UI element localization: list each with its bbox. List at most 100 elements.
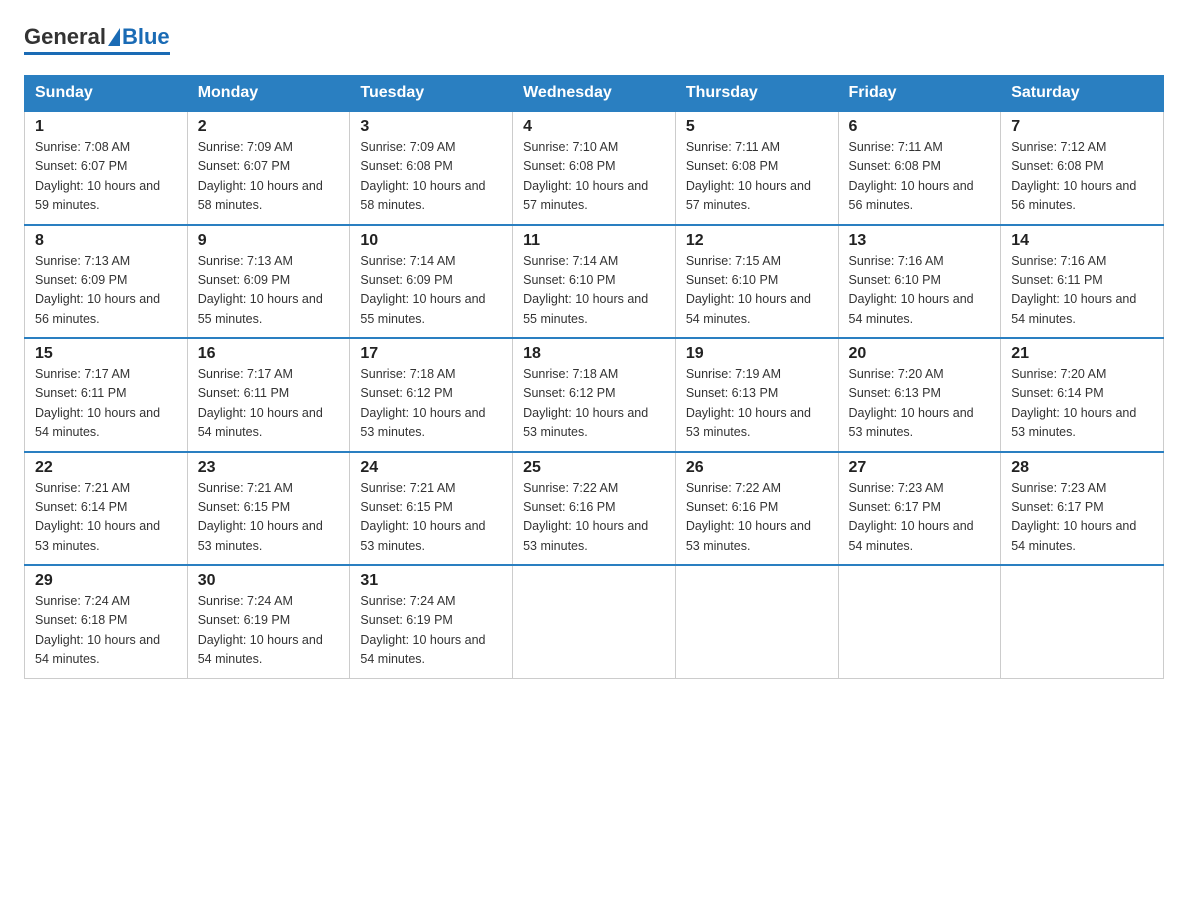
week-row-2: 8 Sunrise: 7:13 AMSunset: 6:09 PMDayligh… bbox=[25, 225, 1164, 339]
calendar-cell: 22 Sunrise: 7:21 AMSunset: 6:14 PMDaylig… bbox=[25, 452, 188, 566]
logo-triangle-icon bbox=[108, 28, 120, 46]
day-number: 15 bbox=[35, 345, 177, 363]
calendar-cell: 11 Sunrise: 7:14 AMSunset: 6:10 PMDaylig… bbox=[513, 225, 676, 339]
calendar-cell: 23 Sunrise: 7:21 AMSunset: 6:15 PMDaylig… bbox=[187, 452, 350, 566]
calendar-header-row: SundayMondayTuesdayWednesdayThursdayFrid… bbox=[25, 76, 1164, 112]
day-info: Sunrise: 7:13 AMSunset: 6:09 PMDaylight:… bbox=[35, 252, 177, 330]
day-number: 25 bbox=[523, 459, 665, 477]
day-header-wednesday: Wednesday bbox=[513, 76, 676, 112]
calendar-cell bbox=[1001, 565, 1164, 678]
day-info: Sunrise: 7:16 AMSunset: 6:10 PMDaylight:… bbox=[849, 252, 991, 330]
day-number: 1 bbox=[35, 118, 177, 136]
day-info: Sunrise: 7:21 AMSunset: 6:15 PMDaylight:… bbox=[360, 479, 502, 557]
day-info: Sunrise: 7:24 AMSunset: 6:19 PMDaylight:… bbox=[198, 592, 340, 670]
calendar-cell: 5 Sunrise: 7:11 AMSunset: 6:08 PMDayligh… bbox=[675, 111, 838, 225]
day-number: 27 bbox=[849, 459, 991, 477]
week-row-1: 1 Sunrise: 7:08 AMSunset: 6:07 PMDayligh… bbox=[25, 111, 1164, 225]
calendar-cell: 6 Sunrise: 7:11 AMSunset: 6:08 PMDayligh… bbox=[838, 111, 1001, 225]
calendar-cell: 26 Sunrise: 7:22 AMSunset: 6:16 PMDaylig… bbox=[675, 452, 838, 566]
day-info: Sunrise: 7:21 AMSunset: 6:14 PMDaylight:… bbox=[35, 479, 177, 557]
calendar-cell: 1 Sunrise: 7:08 AMSunset: 6:07 PMDayligh… bbox=[25, 111, 188, 225]
day-header-friday: Friday bbox=[838, 76, 1001, 112]
calendar-cell bbox=[838, 565, 1001, 678]
calendar-cell: 18 Sunrise: 7:18 AMSunset: 6:12 PMDaylig… bbox=[513, 338, 676, 452]
day-info: Sunrise: 7:11 AMSunset: 6:08 PMDaylight:… bbox=[686, 138, 828, 216]
day-info: Sunrise: 7:20 AMSunset: 6:13 PMDaylight:… bbox=[849, 365, 991, 443]
day-number: 5 bbox=[686, 118, 828, 136]
day-info: Sunrise: 7:17 AMSunset: 6:11 PMDaylight:… bbox=[198, 365, 340, 443]
day-header-thursday: Thursday bbox=[675, 76, 838, 112]
calendar-cell: 24 Sunrise: 7:21 AMSunset: 6:15 PMDaylig… bbox=[350, 452, 513, 566]
day-info: Sunrise: 7:11 AMSunset: 6:08 PMDaylight:… bbox=[849, 138, 991, 216]
day-number: 23 bbox=[198, 459, 340, 477]
logo-general-text: General bbox=[24, 24, 106, 50]
calendar-cell: 10 Sunrise: 7:14 AMSunset: 6:09 PMDaylig… bbox=[350, 225, 513, 339]
calendar-cell: 20 Sunrise: 7:20 AMSunset: 6:13 PMDaylig… bbox=[838, 338, 1001, 452]
calendar-cell: 8 Sunrise: 7:13 AMSunset: 6:09 PMDayligh… bbox=[25, 225, 188, 339]
day-info: Sunrise: 7:14 AMSunset: 6:10 PMDaylight:… bbox=[523, 252, 665, 330]
calendar-cell: 7 Sunrise: 7:12 AMSunset: 6:08 PMDayligh… bbox=[1001, 111, 1164, 225]
day-number: 13 bbox=[849, 232, 991, 250]
day-info: Sunrise: 7:24 AMSunset: 6:19 PMDaylight:… bbox=[360, 592, 502, 670]
day-info: Sunrise: 7:08 AMSunset: 6:07 PMDaylight:… bbox=[35, 138, 177, 216]
day-number: 29 bbox=[35, 572, 177, 590]
day-info: Sunrise: 7:09 AMSunset: 6:08 PMDaylight:… bbox=[360, 138, 502, 216]
calendar-cell: 4 Sunrise: 7:10 AMSunset: 6:08 PMDayligh… bbox=[513, 111, 676, 225]
day-number: 16 bbox=[198, 345, 340, 363]
day-number: 2 bbox=[198, 118, 340, 136]
day-number: 14 bbox=[1011, 232, 1153, 250]
day-info: Sunrise: 7:19 AMSunset: 6:13 PMDaylight:… bbox=[686, 365, 828, 443]
day-number: 30 bbox=[198, 572, 340, 590]
calendar-cell: 13 Sunrise: 7:16 AMSunset: 6:10 PMDaylig… bbox=[838, 225, 1001, 339]
day-header-monday: Monday bbox=[187, 76, 350, 112]
calendar-cell: 9 Sunrise: 7:13 AMSunset: 6:09 PMDayligh… bbox=[187, 225, 350, 339]
day-number: 17 bbox=[360, 345, 502, 363]
calendar-cell: 29 Sunrise: 7:24 AMSunset: 6:18 PMDaylig… bbox=[25, 565, 188, 678]
day-info: Sunrise: 7:18 AMSunset: 6:12 PMDaylight:… bbox=[523, 365, 665, 443]
day-number: 22 bbox=[35, 459, 177, 477]
day-number: 11 bbox=[523, 232, 665, 250]
day-number: 20 bbox=[849, 345, 991, 363]
calendar-cell: 28 Sunrise: 7:23 AMSunset: 6:17 PMDaylig… bbox=[1001, 452, 1164, 566]
day-number: 19 bbox=[686, 345, 828, 363]
day-number: 21 bbox=[1011, 345, 1153, 363]
day-info: Sunrise: 7:16 AMSunset: 6:11 PMDaylight:… bbox=[1011, 252, 1153, 330]
day-info: Sunrise: 7:15 AMSunset: 6:10 PMDaylight:… bbox=[686, 252, 828, 330]
calendar-cell: 12 Sunrise: 7:15 AMSunset: 6:10 PMDaylig… bbox=[675, 225, 838, 339]
page-header: General Blue bbox=[24, 24, 1164, 55]
week-row-3: 15 Sunrise: 7:17 AMSunset: 6:11 PMDaylig… bbox=[25, 338, 1164, 452]
day-info: Sunrise: 7:17 AMSunset: 6:11 PMDaylight:… bbox=[35, 365, 177, 443]
day-number: 9 bbox=[198, 232, 340, 250]
day-number: 10 bbox=[360, 232, 502, 250]
day-number: 3 bbox=[360, 118, 502, 136]
day-number: 26 bbox=[686, 459, 828, 477]
day-number: 7 bbox=[1011, 118, 1153, 136]
calendar-cell: 14 Sunrise: 7:16 AMSunset: 6:11 PMDaylig… bbox=[1001, 225, 1164, 339]
calendar-cell: 3 Sunrise: 7:09 AMSunset: 6:08 PMDayligh… bbox=[350, 111, 513, 225]
day-info: Sunrise: 7:22 AMSunset: 6:16 PMDaylight:… bbox=[523, 479, 665, 557]
logo: General Blue bbox=[24, 24, 170, 55]
calendar-cell bbox=[513, 565, 676, 678]
calendar-cell: 27 Sunrise: 7:23 AMSunset: 6:17 PMDaylig… bbox=[838, 452, 1001, 566]
day-info: Sunrise: 7:18 AMSunset: 6:12 PMDaylight:… bbox=[360, 365, 502, 443]
day-number: 8 bbox=[35, 232, 177, 250]
day-number: 28 bbox=[1011, 459, 1153, 477]
day-info: Sunrise: 7:21 AMSunset: 6:15 PMDaylight:… bbox=[198, 479, 340, 557]
logo-blue-text: Blue bbox=[122, 24, 170, 50]
day-info: Sunrise: 7:10 AMSunset: 6:08 PMDaylight:… bbox=[523, 138, 665, 216]
calendar-table: SundayMondayTuesdayWednesdayThursdayFrid… bbox=[24, 75, 1164, 679]
day-number: 31 bbox=[360, 572, 502, 590]
day-header-sunday: Sunday bbox=[25, 76, 188, 112]
week-row-5: 29 Sunrise: 7:24 AMSunset: 6:18 PMDaylig… bbox=[25, 565, 1164, 678]
day-info: Sunrise: 7:23 AMSunset: 6:17 PMDaylight:… bbox=[849, 479, 991, 557]
day-number: 12 bbox=[686, 232, 828, 250]
calendar-cell: 25 Sunrise: 7:22 AMSunset: 6:16 PMDaylig… bbox=[513, 452, 676, 566]
day-info: Sunrise: 7:23 AMSunset: 6:17 PMDaylight:… bbox=[1011, 479, 1153, 557]
day-header-tuesday: Tuesday bbox=[350, 76, 513, 112]
calendar-cell: 19 Sunrise: 7:19 AMSunset: 6:13 PMDaylig… bbox=[675, 338, 838, 452]
calendar-cell: 16 Sunrise: 7:17 AMSunset: 6:11 PMDaylig… bbox=[187, 338, 350, 452]
day-number: 24 bbox=[360, 459, 502, 477]
day-info: Sunrise: 7:09 AMSunset: 6:07 PMDaylight:… bbox=[198, 138, 340, 216]
day-info: Sunrise: 7:12 AMSunset: 6:08 PMDaylight:… bbox=[1011, 138, 1153, 216]
calendar-cell: 31 Sunrise: 7:24 AMSunset: 6:19 PMDaylig… bbox=[350, 565, 513, 678]
